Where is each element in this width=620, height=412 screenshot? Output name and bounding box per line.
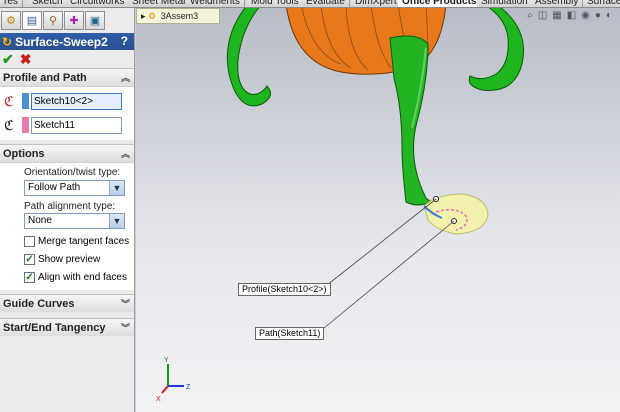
tab-simulation[interactable]: Simulation	[477, 0, 533, 7]
start-end-tangency-heading: Start/End Tangency	[3, 321, 106, 334]
scene-icon[interactable]: ◐	[606, 10, 612, 24]
profile-and-path-body: ℭ Sketch10<2> ℭ Sketch11	[0, 86, 134, 140]
tab-weldments[interactable]: Weldments	[186, 0, 245, 7]
checkbox-checked[interactable]: ✓	[24, 271, 35, 283]
orientation-dropdown[interactable]: Follow Path ▼	[24, 180, 125, 196]
triad-z-label: Z	[186, 384, 191, 391]
cancel-button[interactable]: ✖	[20, 51, 32, 68]
tab-mold-tools[interactable]: Mold Tools	[247, 0, 304, 7]
property-manager-panel: ⚙ ▤ ⚲ ✚ ▣ ↻ Surface-Sweep2 ? ✔ ✖ Profile…	[0, 8, 135, 412]
profile-color-swatch	[22, 93, 29, 109]
assembly-icon: ⚙	[148, 11, 157, 21]
flyout-feature-tree[interactable]: ▸ ⚙ 3Assem3	[136, 8, 220, 24]
property-manager-title: ↻ Surface-Sweep2 ?	[0, 33, 134, 50]
options-heading: Options	[3, 147, 45, 160]
show-preview-checkbox[interactable]: ✓ Show preview	[0, 250, 134, 268]
left-tendril	[226, 8, 272, 107]
orientation-label: Orientation/twist type:	[24, 167, 121, 178]
display-icon: ▣	[89, 15, 101, 27]
alignment-dropdown[interactable]: None ▼	[24, 213, 125, 229]
path-icon: ℭ	[4, 116, 14, 133]
tab-office-products[interactable]: Office Products	[398, 0, 482, 7]
dimxpert-manager-tab[interactable]: ✚	[64, 11, 84, 30]
guide-curves-group: Guide Curves ︾	[0, 294, 134, 312]
hide-show-icon[interactable]: ◉	[581, 10, 590, 24]
ok-cancel-row: ✔ ✖	[0, 50, 134, 68]
tab-evaluate[interactable]: Evaluate	[302, 0, 350, 7]
tab-sketch[interactable]: Sketch	[28, 0, 68, 7]
align-end-faces-checkbox[interactable]: ✓ Align with end faces	[0, 268, 134, 286]
checkbox-empty[interactable]	[24, 235, 35, 247]
align-end-faces-label: Align with end faces	[38, 271, 127, 283]
path-row: ℭ Sketch11	[0, 113, 134, 137]
profile-and-path-group: Profile and Path ︽ ℭ Sketch10<2> ℭ Sketc…	[0, 68, 134, 140]
configuration-icon: ⚲	[48, 15, 58, 27]
surface-sweep-icon: ↻	[2, 34, 13, 49]
profile-row: ℭ Sketch10<2>	[0, 89, 134, 113]
alignment-label: Path alignment type:	[24, 201, 116, 212]
path-leader-line	[317, 220, 455, 334]
profile-callout[interactable]: Profile(Sketch10<2>)	[238, 283, 331, 296]
model-scene: Y Z X	[156, 8, 524, 403]
triad-x-label: X	[156, 396, 161, 403]
tab-sheet-metal[interactable]: Sheet Metal	[128, 0, 191, 7]
tab-circuitworks[interactable]: Circuitworks	[66, 0, 130, 7]
right-tendril	[468, 8, 524, 91]
checkbox-checked[interactable]: ✓	[24, 253, 35, 265]
options-header[interactable]: Options ︽	[0, 145, 134, 162]
options-body: Orientation/twist type: Follow Path ▼ Pa…	[0, 162, 134, 290]
merge-tangent-label: Merge tangent faces	[38, 235, 130, 247]
profile-leader-line	[321, 198, 437, 290]
expand-chevron-icon: ︾	[120, 323, 130, 333]
view-orientation-icon[interactable]: ▦	[552, 10, 561, 24]
property-sheet-icon: ▤	[26, 15, 38, 27]
feature-tree-icon: ⚙	[6, 15, 16, 27]
command-manager-tabs: res Sketch Circuitworks Sheet Metal Weld…	[0, 0, 620, 8]
merge-tangent-checkbox[interactable]: Merge tangent faces	[0, 232, 134, 250]
collapse-chevron-icon: ︽	[120, 149, 130, 159]
dimxpert-icon: ✚	[69, 15, 79, 27]
triad-y-label: Y	[164, 357, 169, 364]
configuration-manager-tab[interactable]: ⚲	[43, 11, 63, 30]
profile-and-path-heading: Profile and Path	[3, 71, 87, 84]
guide-curves-heading: Guide Curves	[3, 297, 75, 310]
dropdown-arrow-icon[interactable]: ▼	[109, 181, 124, 195]
path-selection-box[interactable]: Sketch11	[31, 116, 122, 134]
profile-icon: ℭ	[4, 92, 14, 109]
profile-selection-box[interactable]: Sketch10<2>	[31, 92, 122, 110]
graphics-area[interactable]: Y Z X ▸ ⚙ 3Assem3 ⌕ ◫ ▦ ◧ ◉ ● ◐ Profile(…	[136, 8, 620, 412]
display-style-icon[interactable]: ◧	[567, 10, 576, 24]
display-manager-tab[interactable]: ▣	[85, 11, 105, 30]
options-group: Options ︽ Orientation/twist type: Follow…	[0, 144, 134, 290]
feature-manager-tab[interactable]: ⚙	[1, 11, 21, 30]
tab-features[interactable]: res	[0, 0, 23, 7]
start-end-tangency-header[interactable]: Start/End Tangency ︾	[0, 319, 134, 336]
appearance-icon[interactable]: ●	[595, 10, 601, 24]
ok-button[interactable]: ✔	[2, 51, 14, 68]
zoom-fit-icon[interactable]: ⌕	[527, 10, 533, 24]
guide-curves-header[interactable]: Guide Curves ︾	[0, 295, 134, 312]
show-preview-label: Show preview	[38, 253, 101, 265]
heads-up-view-toolbar: ⌕ ◫ ▦ ◧ ◉ ● ◐	[527, 10, 612, 24]
feature-title: Surface-Sweep2	[15, 34, 108, 49]
manager-tab-bar: ⚙ ▤ ⚲ ✚ ▣	[0, 8, 134, 33]
tree-expand-icon[interactable]: ▸	[141, 11, 146, 21]
axis-triad: Y Z X	[156, 357, 191, 403]
start-end-tangency-group: Start/End Tangency ︾	[0, 318, 134, 336]
profile-and-path-header[interactable]: Profile and Path ︽	[0, 69, 134, 86]
tree-assembly-name: 3Assem3	[160, 11, 199, 21]
property-manager-tab[interactable]: ▤	[22, 11, 42, 30]
tab-dimxpert[interactable]: DimXpert	[351, 0, 402, 7]
tab-surfaces[interactable]: Surfaces	[583, 0, 620, 7]
tab-assembly[interactable]: Assembly	[531, 0, 584, 7]
collapse-chevron-icon: ︽	[120, 73, 130, 83]
help-button[interactable]: ?	[121, 34, 128, 48]
expand-chevron-icon: ︾	[120, 299, 130, 309]
path-callout[interactable]: Path(Sketch11)	[255, 327, 325, 340]
dropdown-arrow-icon[interactable]: ▼	[109, 214, 124, 228]
path-color-swatch	[22, 117, 29, 133]
alignment-value: None	[28, 215, 52, 226]
orientation-value: Follow Path	[28, 182, 81, 193]
section-view-icon[interactable]: ◫	[538, 10, 547, 24]
